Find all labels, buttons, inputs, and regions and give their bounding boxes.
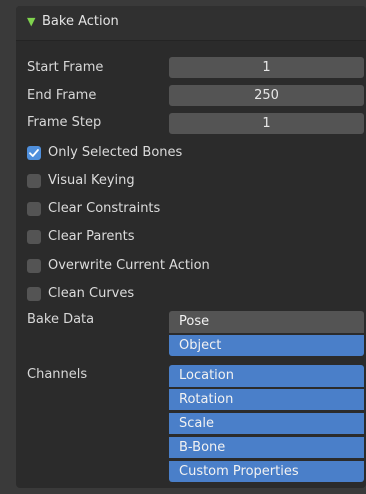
checkbox-unchecked-icon [27,174,41,188]
frame-step-label: Frame Step [27,115,102,130]
channel-scale-option[interactable]: Scale [169,412,364,434]
checkbox-label: Clear Constraints [48,201,161,216]
bake-action-panel: ▼ Bake Action Start Frame 1 End Frame 25… [16,6,366,488]
checkbox-label: Clear Parents [48,229,135,244]
visual-keying-checkbox[interactable]: Visual Keying [27,171,357,191]
checkbox-unchecked-icon [27,287,41,301]
overwrite-current-action-checkbox[interactable]: Overwrite Current Action [27,256,357,276]
panel-title: Bake Action [42,14,119,29]
clean-curves-checkbox[interactable]: Clean Curves [27,284,357,304]
bake-data-object-option[interactable]: Object [169,334,364,356]
channel-location-option[interactable]: Location [169,365,364,387]
channel-custom-properties-option[interactable]: Custom Properties [169,460,364,482]
clear-parents-checkbox[interactable]: Clear Parents [27,227,357,247]
channels-label: Channels [27,367,88,382]
triangle-down-icon[interactable]: ▼ [27,13,41,31]
end-frame-label: End Frame [27,88,97,103]
checkbox-label: Only Selected Bones [48,145,183,160]
frame-step-field[interactable]: 1 [169,113,364,134]
channel-b-bone-option[interactable]: B-Bone [169,436,364,458]
panel-header[interactable]: ▼ Bake Action [16,6,366,41]
start-frame-label: Start Frame [27,60,104,75]
checkbox-label: Visual Keying [48,173,135,188]
checkmark-icon [29,149,39,157]
end-frame-field[interactable]: 250 [169,85,364,106]
bake-data-pose-option[interactable]: Pose [169,311,364,333]
checkbox-label: Overwrite Current Action [48,258,210,273]
checkbox-unchecked-icon [27,230,41,244]
clear-constraints-checkbox[interactable]: Clear Constraints [27,199,357,219]
checkbox-unchecked-icon [27,202,41,216]
checkbox-unchecked-icon [27,259,41,273]
channel-rotation-option[interactable]: Rotation [169,388,364,410]
start-frame-field[interactable]: 1 [169,57,364,78]
checkbox-checked-icon [27,146,41,160]
checkbox-label: Clean Curves [48,286,135,301]
only-selected-bones-checkbox[interactable]: Only Selected Bones [27,143,357,163]
bake-data-label: Bake Data [27,312,95,327]
